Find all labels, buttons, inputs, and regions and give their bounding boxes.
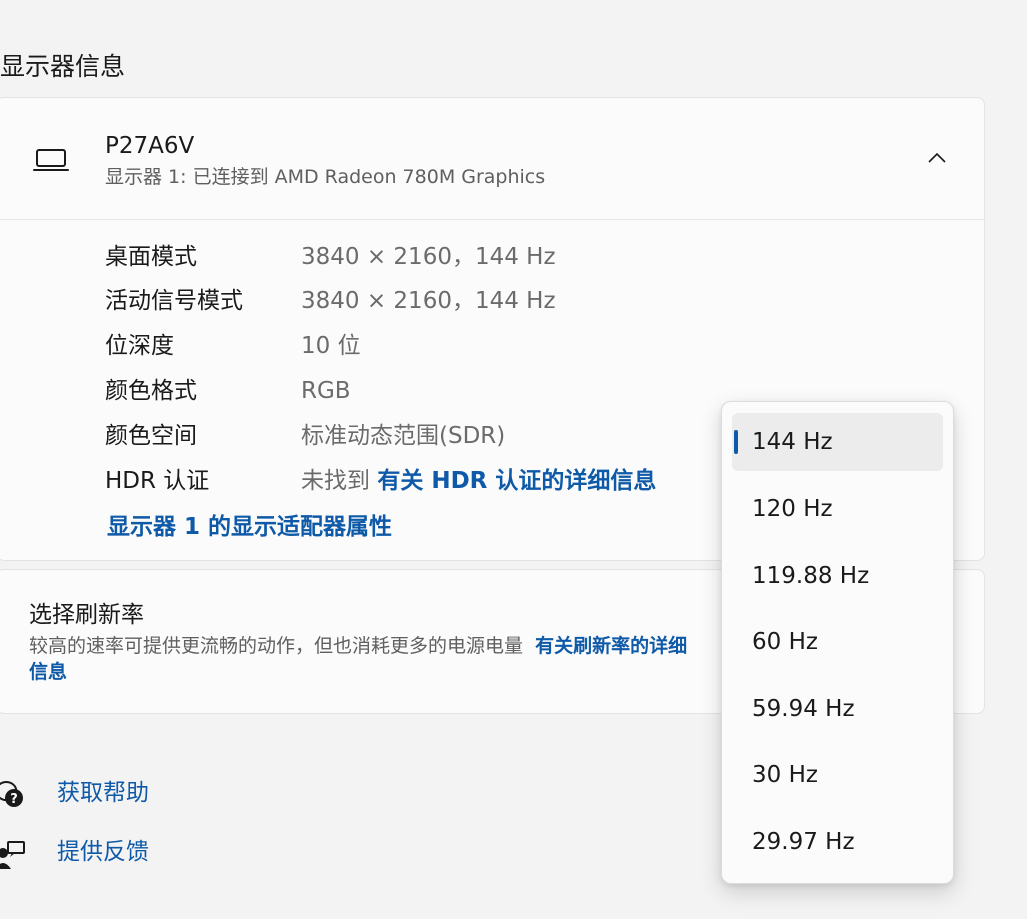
option-label: 59.94 Hz	[752, 696, 855, 722]
help-chat-icon: ?	[0, 781, 23, 807]
info-label: 颜色格式	[105, 378, 197, 404]
refresh-option-59-94[interactable]: 59.94 Hz	[732, 680, 943, 738]
display-header[interactable]: P27A6V 显示器 1: 已连接到 AMD Radeon 780M Graph…	[0, 98, 984, 220]
refresh-rate-dropdown[interactable]: 144 Hz 120 Hz 119.88 Hz 60 Hz 59.94 Hz 3…	[721, 401, 954, 884]
info-label: HDR 认证	[105, 468, 210, 494]
refresh-option-144[interactable]: 144 Hz	[732, 413, 943, 471]
display-settings-page: 显示器信息 P27A6V 显示器 1: 已连接到 AMD Radeon 780M…	[0, 0, 1027, 919]
refresh-option-119-88[interactable]: 119.88 Hz	[732, 547, 943, 605]
option-label: 30 Hz	[752, 762, 818, 788]
hdr-status: 未找到	[301, 468, 370, 494]
option-label: 144 Hz	[752, 429, 833, 455]
option-label: 119.88 Hz	[752, 563, 870, 589]
svg-text:?: ?	[10, 792, 18, 807]
info-value: 3840 × 2160，144 Hz	[301, 244, 556, 270]
refresh-description: 较高的速率可提供更流畅的动作，但也消耗更多的电源电量 有关刷新率的详细信息	[29, 633, 689, 685]
laptop-icon	[33, 149, 69, 171]
info-label: 活动信号模式	[105, 288, 243, 314]
chevron-up-icon[interactable]	[925, 146, 949, 170]
option-label: 60 Hz	[752, 629, 818, 655]
refresh-option-120[interactable]: 120 Hz	[732, 480, 943, 538]
info-value: RGB	[301, 378, 351, 404]
feedback-label[interactable]: 提供反馈	[57, 835, 149, 869]
refresh-title: 选择刷新率	[29, 602, 144, 628]
selected-indicator	[734, 430, 738, 454]
info-label: 颜色空间	[105, 423, 197, 449]
refresh-option-29-97[interactable]: 29.97 Hz	[732, 813, 943, 871]
get-help-label[interactable]: 获取帮助	[57, 776, 149, 810]
section-title: 显示器信息	[0, 52, 126, 81]
adapter-properties-link[interactable]: 显示器 1 的显示适配器属性	[107, 510, 392, 544]
info-value: 3840 × 2160，144 Hz	[301, 288, 556, 314]
hdr-info-link[interactable]: 有关 HDR 认证的详细信息	[377, 468, 656, 494]
feedback-icon	[0, 841, 25, 869]
info-value: 标准动态范围(SDR)	[301, 423, 506, 449]
info-value: 未找到 有关 HDR 认证的详细信息	[301, 464, 656, 498]
info-label: 桌面模式	[105, 244, 197, 270]
info-label: 位深度	[105, 333, 174, 359]
refresh-description-text: 较高的速率可提供更流畅的动作，但也消耗更多的电源电量	[29, 635, 524, 657]
info-value: 10 位	[301, 333, 361, 359]
option-label: 120 Hz	[752, 496, 833, 522]
display-name: P27A6V	[105, 133, 195, 159]
refresh-option-60[interactable]: 60 Hz	[732, 613, 943, 671]
display-subtitle: 显示器 1: 已连接到 AMD Radeon 780M Graphics	[105, 166, 546, 188]
refresh-option-30[interactable]: 30 Hz	[732, 746, 943, 804]
option-label: 29.97 Hz	[752, 829, 855, 855]
